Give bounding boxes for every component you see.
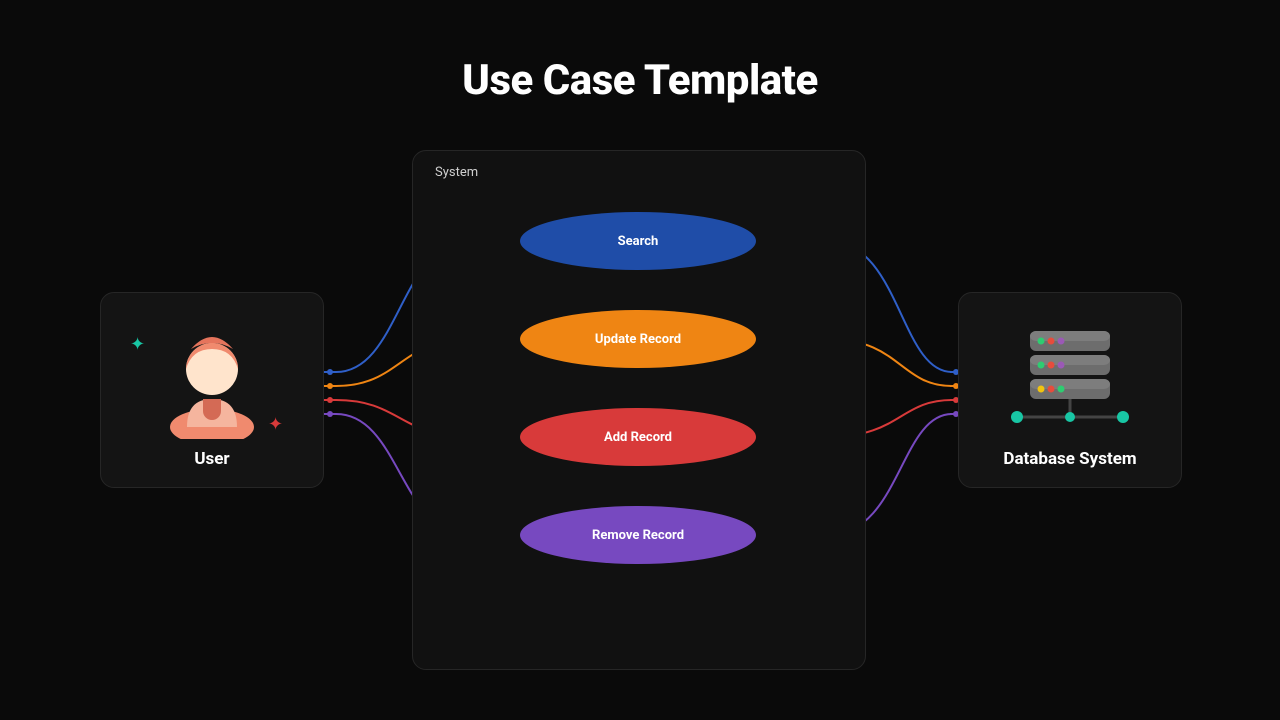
sparkle-icon: ✦ [130,334,145,355]
database-label: Database System [1003,449,1136,469]
usecase-remove: Remove Record [520,506,756,564]
sparkle-icon: ✦ [268,414,283,435]
database-panel: Database System [958,292,1182,488]
system-label: System [435,165,478,180]
usecase-update: Update Record [520,310,756,368]
database-icon [1005,321,1135,441]
actor-user-panel: User [100,292,324,488]
page-title: Use Case Template [0,56,1280,105]
usecase-search: Search [520,212,756,270]
usecase-add: Add Record [520,408,756,466]
user-icon [157,319,267,439]
actor-user-label: User [194,449,229,469]
